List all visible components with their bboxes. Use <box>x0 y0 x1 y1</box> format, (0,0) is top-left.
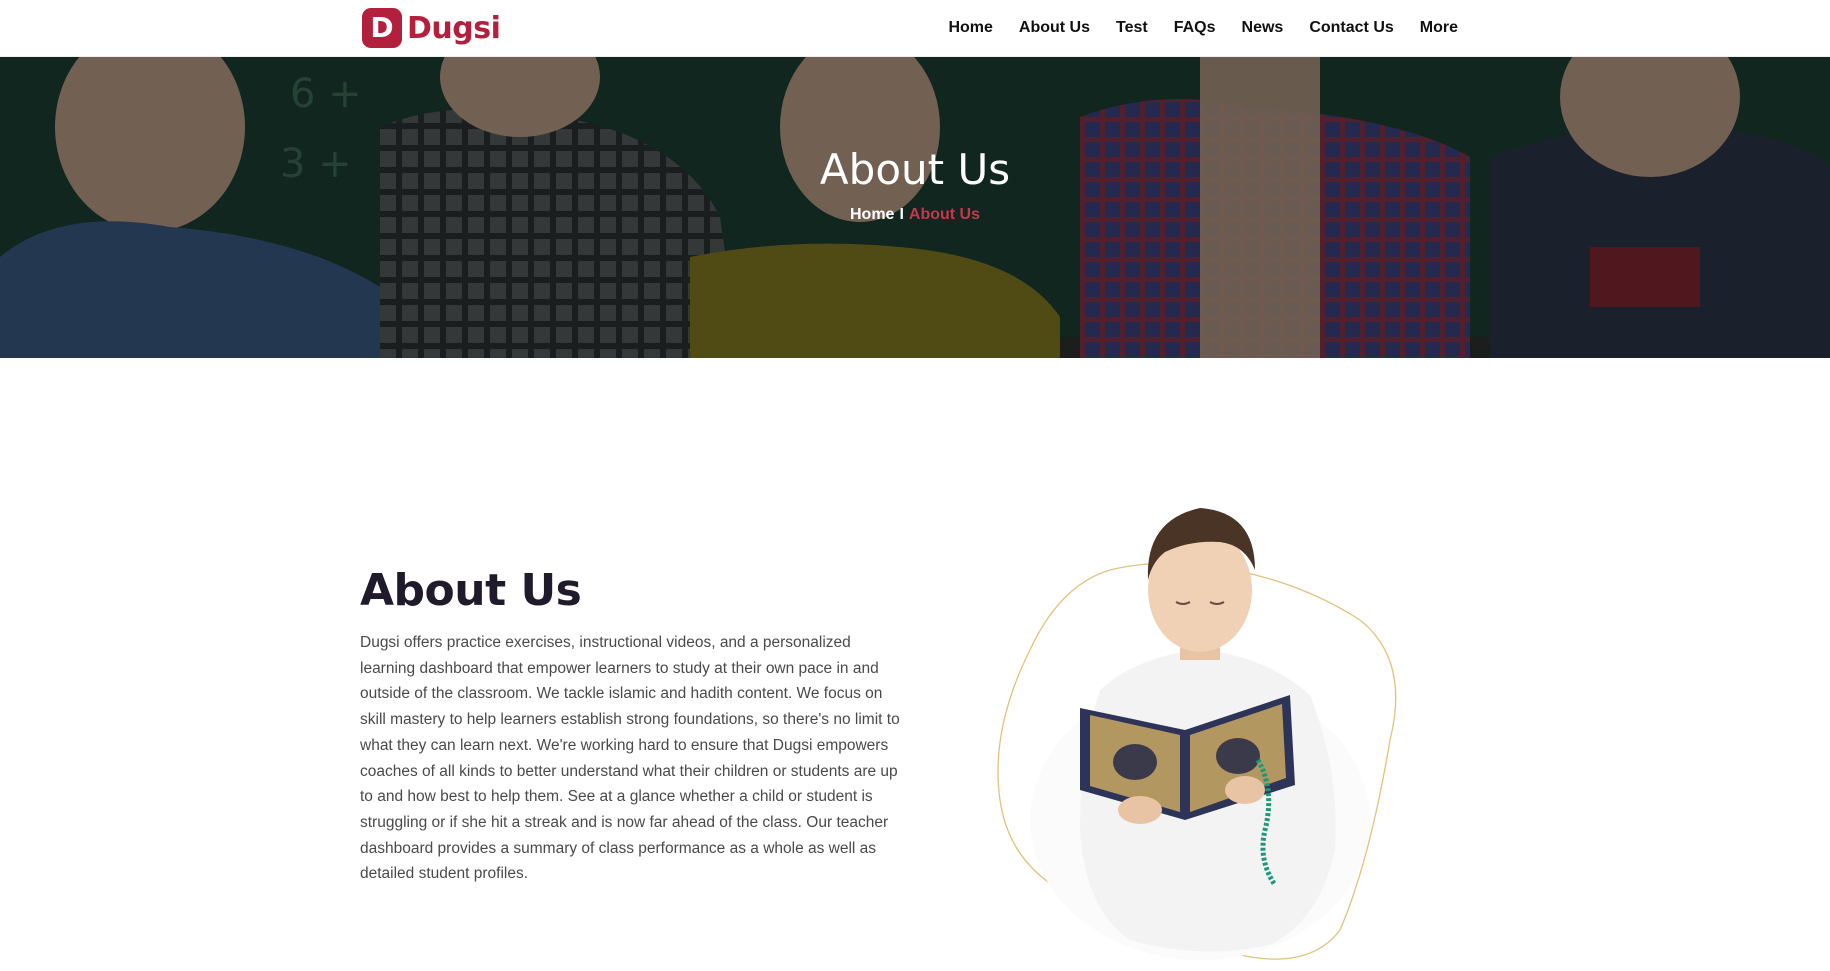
site-header: D Dugsi Home About Us Test FAQs News Con… <box>0 0 1830 57</box>
hero-title: About Us <box>819 145 1011 194</box>
logo-letter: D <box>370 11 394 44</box>
breadcrumb: Home I About Us <box>0 206 1830 224</box>
hero-banner: 6 + 3 + About Us Home I About Us <box>0 57 1830 358</box>
logo-text: Dugsi <box>407 10 501 46</box>
nav-faqs[interactable]: FAQs <box>1174 19 1216 37</box>
nav-more[interactable]: More <box>1420 19 1458 37</box>
nav-home[interactable]: Home <box>948 19 992 37</box>
nav-news[interactable]: News <box>1242 19 1284 37</box>
nav-contact-us[interactable]: Contact Us <box>1309 19 1393 37</box>
boy-reading-quran-image <box>997 508 1397 960</box>
nav-test[interactable]: Test <box>1116 19 1148 37</box>
about-heading: About Us <box>360 565 582 616</box>
breadcrumb-home[interactable]: Home <box>850 206 894 223</box>
nav-about-us[interactable]: About Us <box>1019 19 1090 37</box>
logo-mark-icon: D <box>362 8 402 48</box>
about-body: Dugsi offers practice exercises, instruc… <box>360 634 900 883</box>
main-nav: Home About Us Test FAQs News Contact Us … <box>922 0 1458 56</box>
dugsi-logo[interactable]: D Dugsi <box>362 7 501 49</box>
breadcrumb-separator: I <box>899 206 904 223</box>
breadcrumb-current: About Us <box>908 206 980 223</box>
